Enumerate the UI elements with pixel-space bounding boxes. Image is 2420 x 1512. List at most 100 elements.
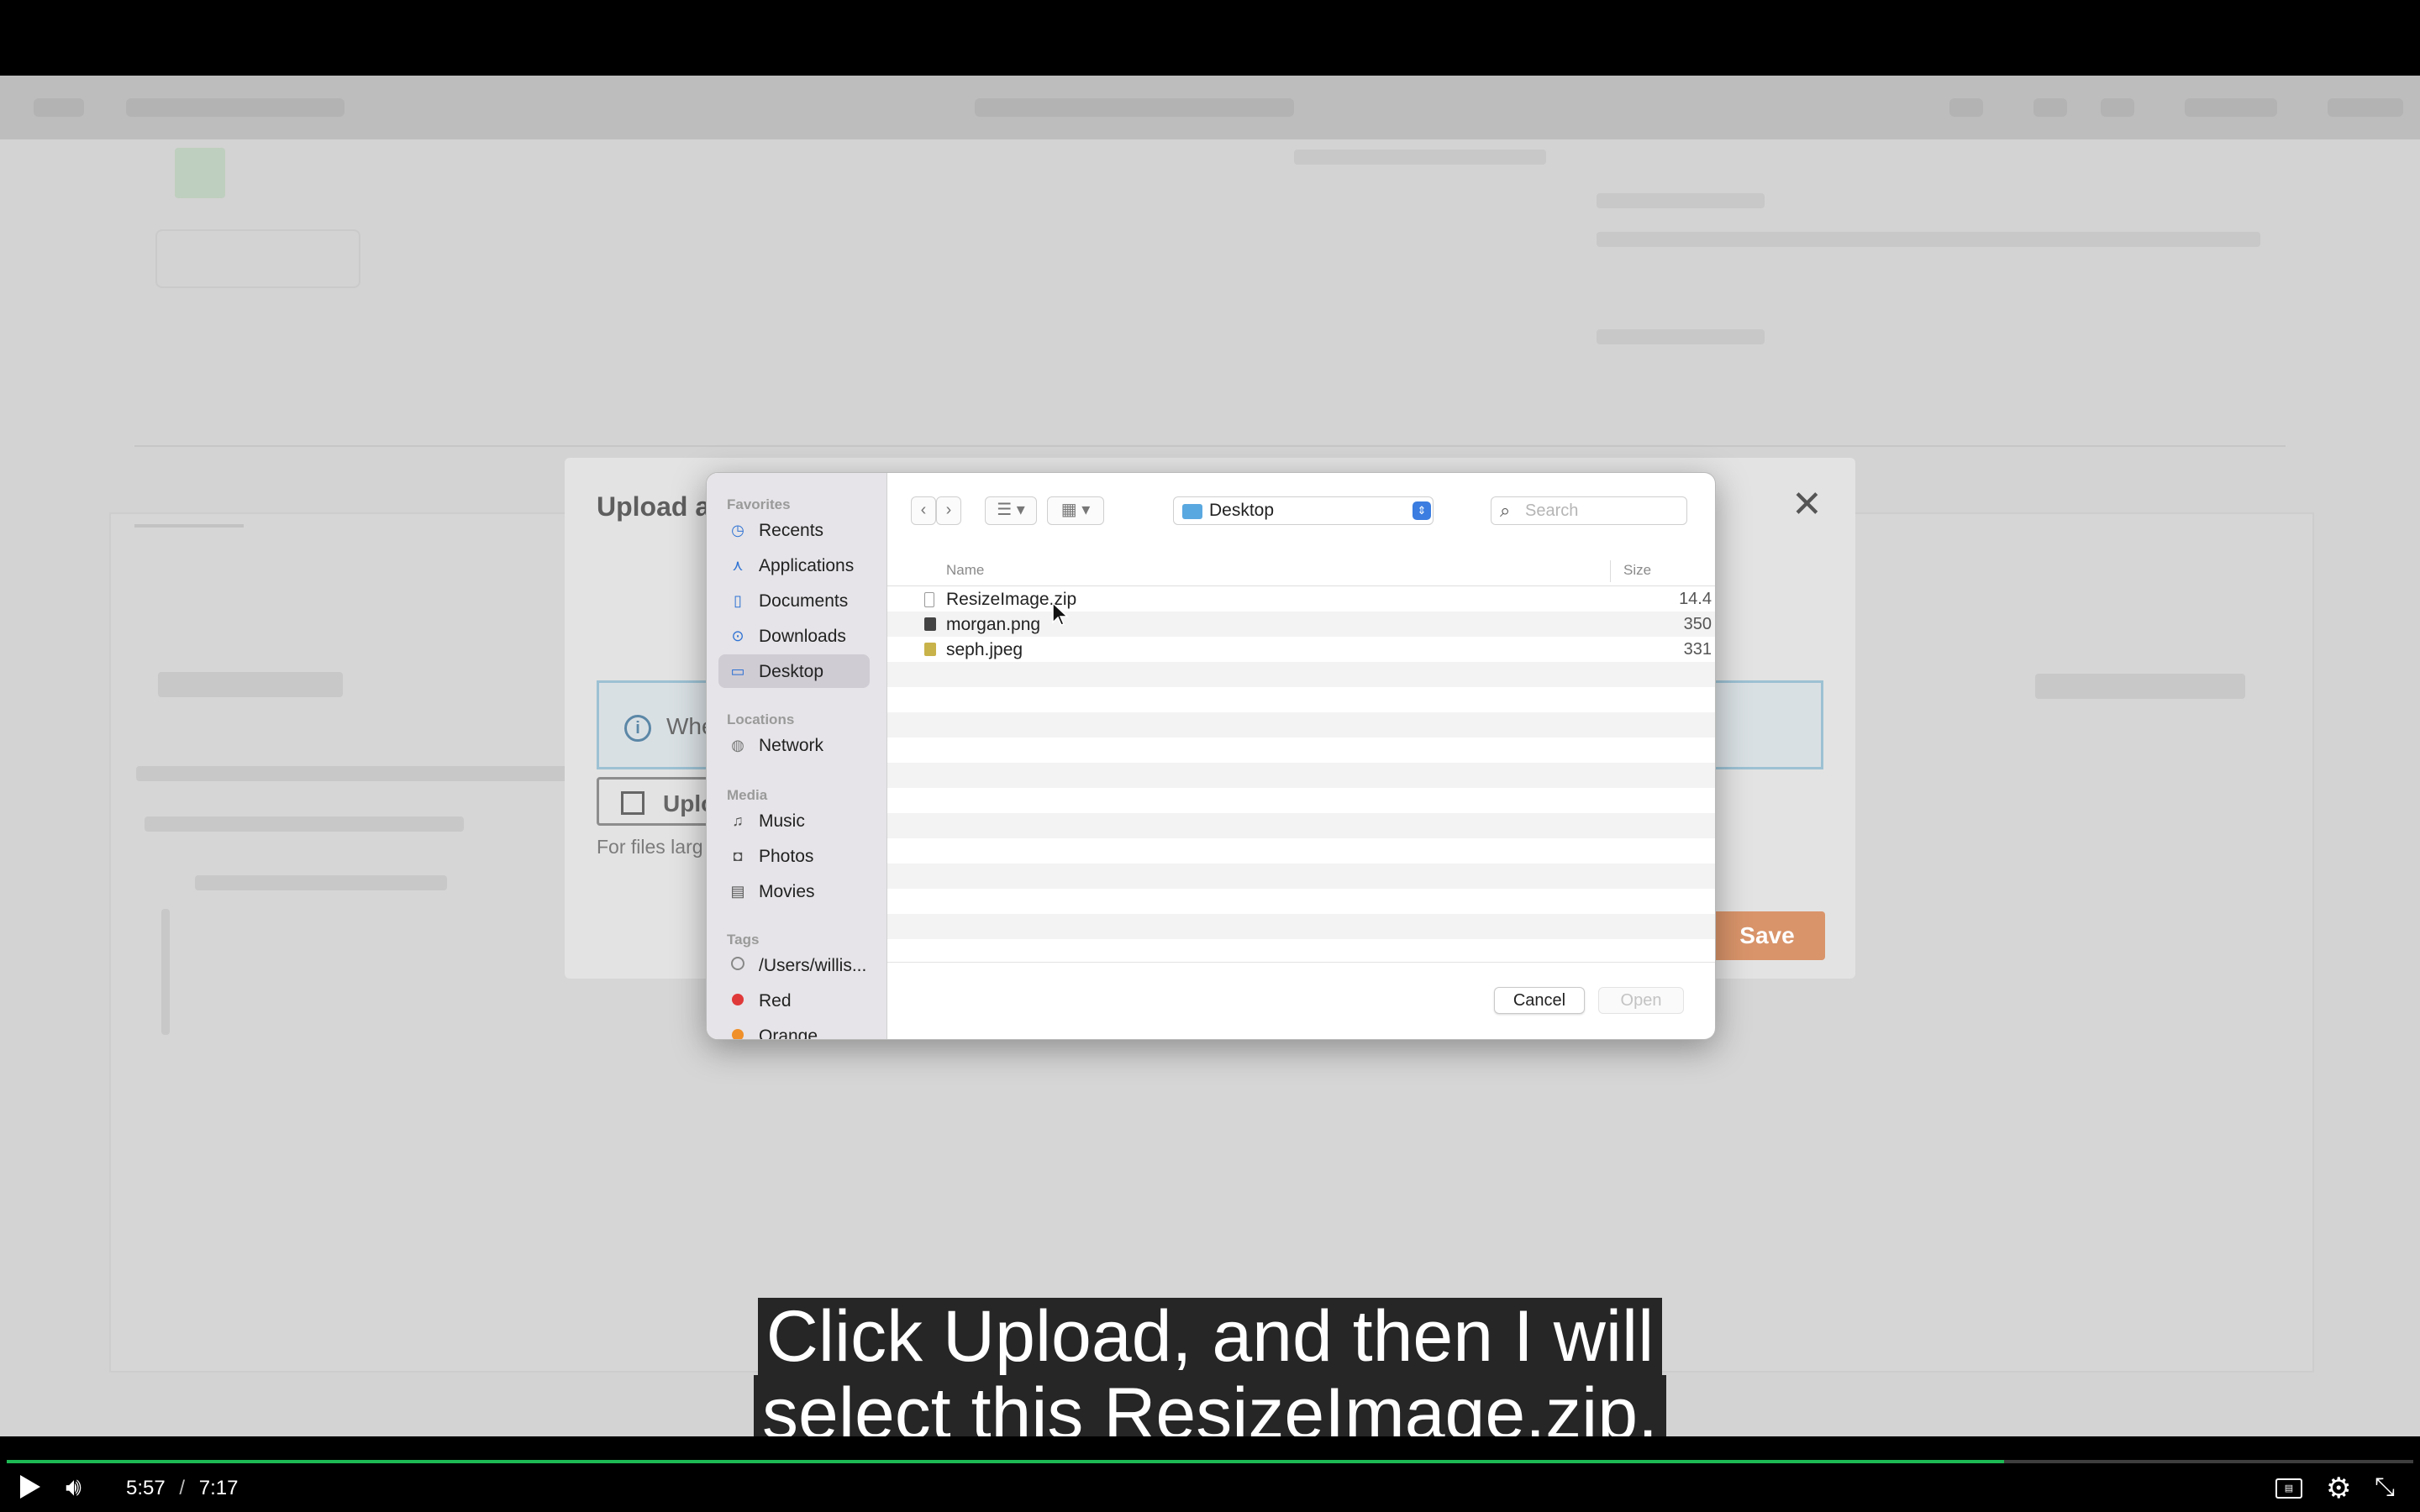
file-open-dialog: Favorites ◷ Recents ⋏ Applications ▯ Doc… — [706, 472, 1716, 1040]
list-view-button[interactable]: ☰ ▾ — [985, 496, 1037, 525]
sidebar-section-favorites: Favorites — [727, 496, 791, 512]
file-row[interactable]: ResizeImage.zip 14.4 — [887, 586, 1715, 612]
download-icon: ⊙ — [731, 627, 744, 644]
dialog-sidebar: Favorites ◷ Recents ⋏ Applications ▯ Doc… — [707, 473, 887, 1039]
play-icon[interactable] — [20, 1475, 40, 1499]
tag-dot-icon — [729, 956, 747, 974]
sidebar-item-desktop[interactable]: ▭ Desktop — [718, 654, 870, 688]
sidebar-item-label: Photos — [759, 847, 814, 866]
sidebar-item-label: Network — [759, 736, 824, 755]
location-popup[interactable]: Desktop ⇕ — [1173, 496, 1434, 525]
search-icon: ⌕ — [1500, 500, 1511, 521]
image-file-icon — [924, 617, 936, 631]
sidebar-section-tags: Tags — [727, 932, 760, 948]
caption-line-1: Click Upload, and then I will — [757, 1298, 1663, 1375]
file-row[interactable]: morgan.png 350 — [887, 612, 1715, 637]
sidebar-item-music[interactable]: ♫ Music — [718, 804, 870, 837]
empty-row — [887, 914, 1715, 939]
sidebar-item-label: Applications — [759, 556, 855, 575]
sidebar-item-photos[interactable]: ◘ Photos — [718, 839, 870, 873]
sidebar-item-recents[interactable]: ◷ Recents — [718, 513, 870, 547]
save-button[interactable]: Save — [1709, 911, 1825, 960]
app-top-bar — [0, 76, 2420, 139]
empty-row — [887, 813, 1715, 838]
search-placeholder: Search — [1525, 501, 1579, 520]
tag-dot-icon — [729, 1026, 747, 1039]
cancel-button[interactable]: Cancel — [1494, 987, 1585, 1014]
globe-icon: ◍ — [731, 737, 744, 753]
tab-strip — [134, 445, 2286, 447]
sidebar-item-label: Documents — [759, 591, 849, 611]
forward-button[interactable]: › — [936, 496, 961, 525]
camera-icon: ◘ — [733, 848, 743, 864]
function-thumbnail — [175, 148, 225, 198]
sidebar-item-label: Desktop — [759, 662, 824, 681]
empty-row — [887, 864, 1715, 889]
time-separator: / — [179, 1477, 186, 1499]
sidebar-tag-red[interactable]: Red — [718, 984, 870, 1017]
document-icon: ▯ — [734, 592, 742, 609]
upload-icon — [621, 791, 644, 815]
file-list-header: Name Size — [887, 557, 1715, 586]
folder-icon — [1182, 504, 1202, 519]
file-size-note: For files larg — [597, 836, 703, 858]
zip-file-icon — [924, 592, 934, 607]
search-field[interactable]: ⌕ Search — [1491, 496, 1687, 525]
sidebar-item-label: Recents — [759, 521, 824, 540]
applications-icon: ⋏ — [732, 557, 744, 574]
volume-icon[interactable]: 🔊︎ — [66, 1473, 82, 1502]
sidebar-section-media: Media — [727, 787, 768, 803]
add-trigger-button — [155, 229, 360, 288]
sidebar-item-label: Orange — [759, 1026, 818, 1040]
sidebar-item-label: Downloads — [759, 627, 846, 646]
sidebar-item-label: Music — [759, 811, 805, 831]
empty-row — [887, 662, 1715, 687]
film-icon: ▤ — [730, 883, 745, 900]
info-icon: i — [624, 715, 651, 742]
sidebar-tag-users[interactable]: /Users/willis... — [718, 948, 870, 982]
close-icon[interactable]: ✕ — [1791, 483, 1823, 526]
gear-icon[interactable]: ⚙ — [2326, 1472, 2351, 1505]
file-size: 331 — [1683, 640, 1712, 659]
mouse-cursor-icon — [1052, 602, 1069, 626]
clock-icon: ◷ — [731, 522, 744, 538]
file-size: 350 — [1683, 615, 1712, 633]
open-button[interactable]: Open — [1598, 987, 1684, 1014]
image-file-icon — [924, 643, 936, 656]
location-label: Desktop — [1209, 501, 1275, 520]
file-name: seph.jpeg — [946, 640, 1023, 659]
video-caption: Click Upload, and then I will select thi… — [0, 1298, 2420, 1452]
size-column-header[interactable]: Size — [1623, 562, 1651, 579]
sidebar-item-downloads[interactable]: ⊙ Downloads — [718, 619, 870, 653]
file-row[interactable]: seph.jpeg 331 — [887, 637, 1715, 662]
time-display: 5:57 / 7:17 — [126, 1477, 238, 1500]
updown-chevron-icon: ⇕ — [1413, 501, 1431, 520]
sidebar-tag-orange[interactable]: Orange — [718, 1019, 870, 1040]
empty-row — [887, 763, 1715, 788]
name-column-header[interactable]: Name — [946, 562, 984, 579]
exit-fullscreen-icon[interactable]: ⤡ — [2375, 1473, 2395, 1502]
current-time: 5:57 — [126, 1477, 166, 1499]
tab-indicator — [134, 524, 244, 528]
duration: 7:17 — [198, 1477, 239, 1499]
desktop-icon: ▭ — [730, 663, 745, 680]
file-name: morgan.png — [946, 615, 1041, 634]
sidebar-item-label: Red — [759, 991, 792, 1011]
file-size: 14.4 — [1679, 590, 1712, 608]
tag-dot-icon — [729, 991, 747, 1010]
grid-view-button[interactable]: ▦ ▾ — [1047, 496, 1104, 525]
player-control-bar — [0, 1436, 2420, 1512]
progress-bar-fill — [7, 1460, 2005, 1463]
captions-icon[interactable]: ▤ — [2275, 1478, 2302, 1499]
sidebar-item-documents[interactable]: ▯ Documents — [718, 584, 870, 617]
dialog-main: ‹ › ☰ ▾ ▦ ▾ Desktop ⇕ ⌕ Search Name Size… — [887, 473, 1715, 1039]
sidebar-item-label: /Users/willis... — [759, 956, 867, 975]
sidebar-section-locations: Locations — [727, 711, 795, 727]
sidebar-item-movies[interactable]: ▤ Movies — [718, 874, 870, 908]
sidebar-item-network[interactable]: ◍ Network — [718, 728, 870, 762]
sidebar-item-applications[interactable]: ⋏ Applications — [718, 549, 870, 582]
empty-row — [887, 712, 1715, 738]
music-icon: ♫ — [732, 812, 744, 829]
modal-title: Upload a — [597, 491, 711, 522]
back-button[interactable]: ‹ — [911, 496, 936, 525]
